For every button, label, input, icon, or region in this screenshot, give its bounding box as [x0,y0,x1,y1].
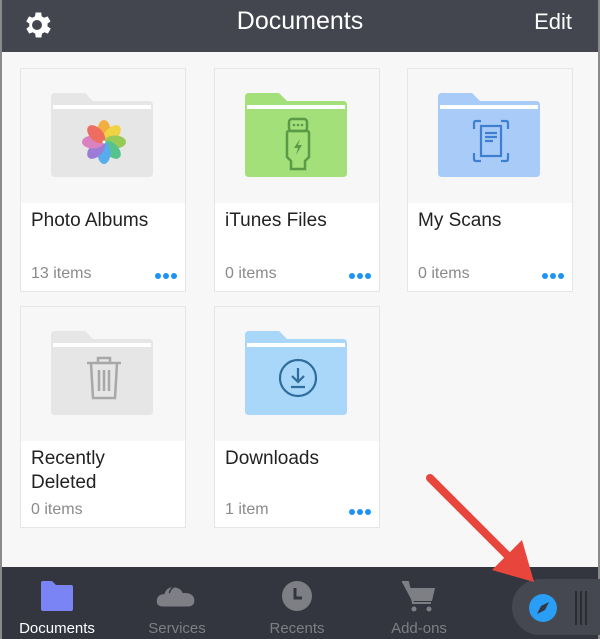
folder-item-count: 1 item [225,501,269,518]
app-window: Documents Edit Photo Albums 13 items iTu… [0,0,600,639]
tab-label: Add-ons [391,620,447,637]
trash-icon [87,356,121,400]
edit-button[interactable]: Edit [534,9,572,35]
folder-title: Recently Deleted [31,448,105,493]
folder-item-count: 0 items [31,501,83,518]
more-options-button[interactable] [542,273,564,279]
folder-item-count: 0 items [225,265,277,282]
download-circle-icon [278,358,318,398]
more-options-button[interactable] [349,509,371,515]
folder-title: iTunes Files [225,210,327,231]
folder-thumbnail [215,307,379,441]
photos-flower-icon [82,120,126,164]
usb-cable-icon [285,117,311,171]
more-options-button[interactable] [155,273,177,279]
folder-title: My Scans [418,210,502,231]
tab-documents[interactable]: Documents [2,567,112,639]
cloud-icon [156,585,195,607]
folder-card-itunes-files[interactable]: iTunes Files 0 items [214,68,380,292]
tab-label: Documents [19,620,95,637]
browser-button[interactable] [512,579,600,635]
folder-thumbnail [215,69,379,203]
folder-item-count: 13 items [31,265,92,282]
folder-card-downloads[interactable]: Downloads 1 item [214,306,380,528]
folder-thumbnail [21,69,185,203]
folder-thumbnail [408,69,572,203]
clock-icon [282,581,312,611]
tab-bar: Documents Services Recents Add-ons [2,567,600,639]
folder-thumbnail [21,307,185,441]
tab-services[interactable]: Services [122,567,232,639]
compass-icon [529,594,557,622]
drag-handle-icon[interactable] [574,591,588,625]
tab-label: Recents [269,620,325,637]
tab-recents[interactable]: Recents [242,567,352,639]
folder-item-count: 0 items [418,265,470,282]
tab-label: Services [148,620,206,637]
folder-card-my-scans[interactable]: My Scans 0 items [407,68,573,292]
scan-document-icon [472,119,510,163]
tab-add-ons[interactable]: Add-ons [364,567,474,639]
folder-title: Photo Albums [31,210,149,231]
more-options-button[interactable] [349,273,371,279]
folder-card-photo-albums[interactable]: Photo Albums 13 items [20,68,186,292]
cart-icon [402,581,435,612]
folder-card-recently-deleted[interactable]: Recently Deleted 0 items [20,306,186,528]
folder-grid: Photo Albums 13 items iTunes Files 0 ite… [2,52,598,567]
folder-icon [41,581,73,611]
folder-title: Downloads [225,448,319,469]
page-title: Documents [236,7,364,35]
navigation-bar: Documents Edit [2,0,598,52]
